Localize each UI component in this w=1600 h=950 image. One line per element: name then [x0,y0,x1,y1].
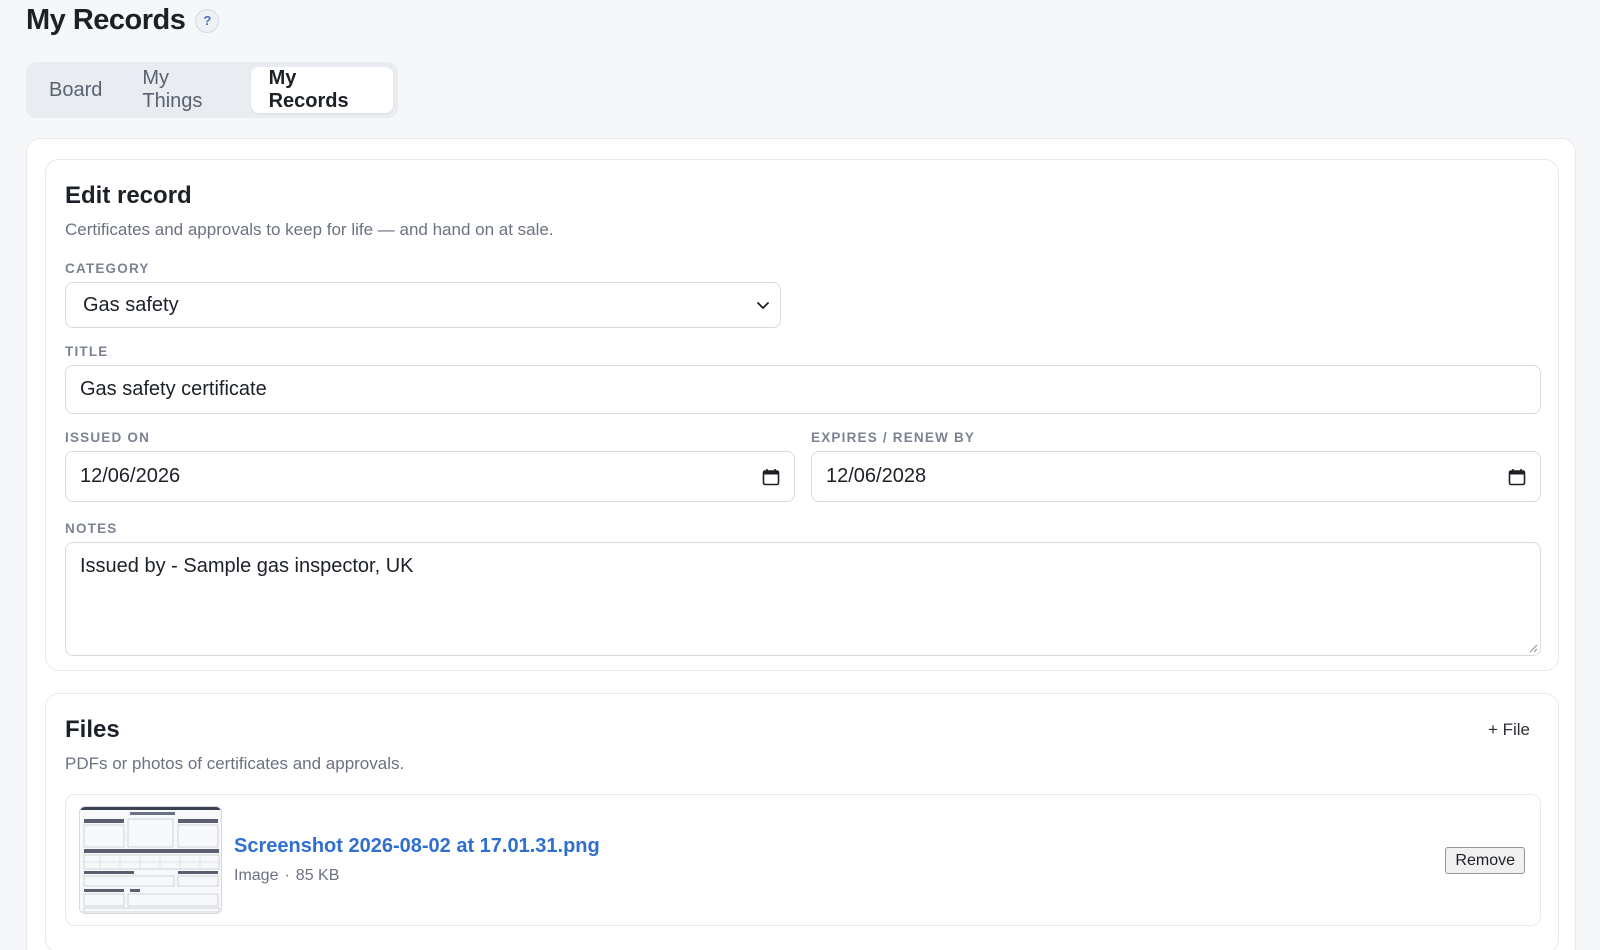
tab-my-records[interactable]: My Records [250,67,393,113]
files-title: Files [65,716,120,743]
add-file-button[interactable]: + File [1488,720,1530,740]
category-label: CATEGORY [65,261,150,276]
category-value: Gas safety [83,293,179,316]
tab-board[interactable]: Board [31,67,120,113]
issued-on-date-input[interactable]: 12/06/2026 [65,451,795,502]
expires-label: EXPIRES / RENEW BY [811,430,976,445]
calendar-icon[interactable] [1508,468,1526,486]
file-thumbnail-image [80,807,221,913]
files-subtitle: PDFs or photos of certificates and appro… [65,754,405,773]
page-header: My Records ? [26,4,220,37]
calendar-icon[interactable] [762,468,780,486]
edit-record-subtitle: Certificates and approvals to keep for l… [65,220,554,239]
category-select[interactable]: Gas safety [65,282,781,328]
file-type: Image [234,867,279,884]
records-card: Edit record Certificates and approvals t… [26,138,1576,950]
file-name-link[interactable]: Screenshot 2026-08-02 at 17.01.31.png [234,835,600,858]
file-meta-separator: · [284,867,290,884]
expires-date-input[interactable]: 12/06/2028 [811,451,1541,502]
issued-on-value: 12/06/2026 [80,465,181,487]
file-meta: Image · 85 KB [234,867,339,885]
title-input[interactable]: Gas safety certificate [65,365,1541,414]
question-icon: ? [203,13,212,28]
file-size: 85 KB [295,867,340,884]
title-value: Gas safety certificate [80,378,267,400]
title-label: TITLE [65,344,109,359]
notes-value: Issued by - Sample gas inspector, UK [80,555,414,577]
issued-on-label: ISSUED ON [65,430,151,445]
expires-value: 12/06/2028 [826,465,927,487]
notes-textarea[interactable]: Issued by - Sample gas inspector, UK [65,542,1541,656]
file-thumbnail[interactable] [79,806,222,914]
tab-my-things[interactable]: My Things [124,67,246,113]
resize-grip-icon[interactable] [1528,643,1538,653]
remove-file-button[interactable]: Remove [1445,847,1525,874]
edit-record-section: Edit record Certificates and approvals t… [45,159,1559,671]
edit-record-title: Edit record [65,182,192,209]
notes-label: NOTES [65,521,118,536]
files-section: Files + File PDFs or photos of certifica… [45,693,1559,950]
chevron-down-icon [757,302,769,309]
page-title: My Records [26,4,186,36]
file-item: Screenshot 2026-08-02 at 17.01.31.png Im… [65,794,1541,926]
help-button[interactable]: ? [195,8,220,33]
tab-bar: Board My Things My Records [26,62,398,118]
